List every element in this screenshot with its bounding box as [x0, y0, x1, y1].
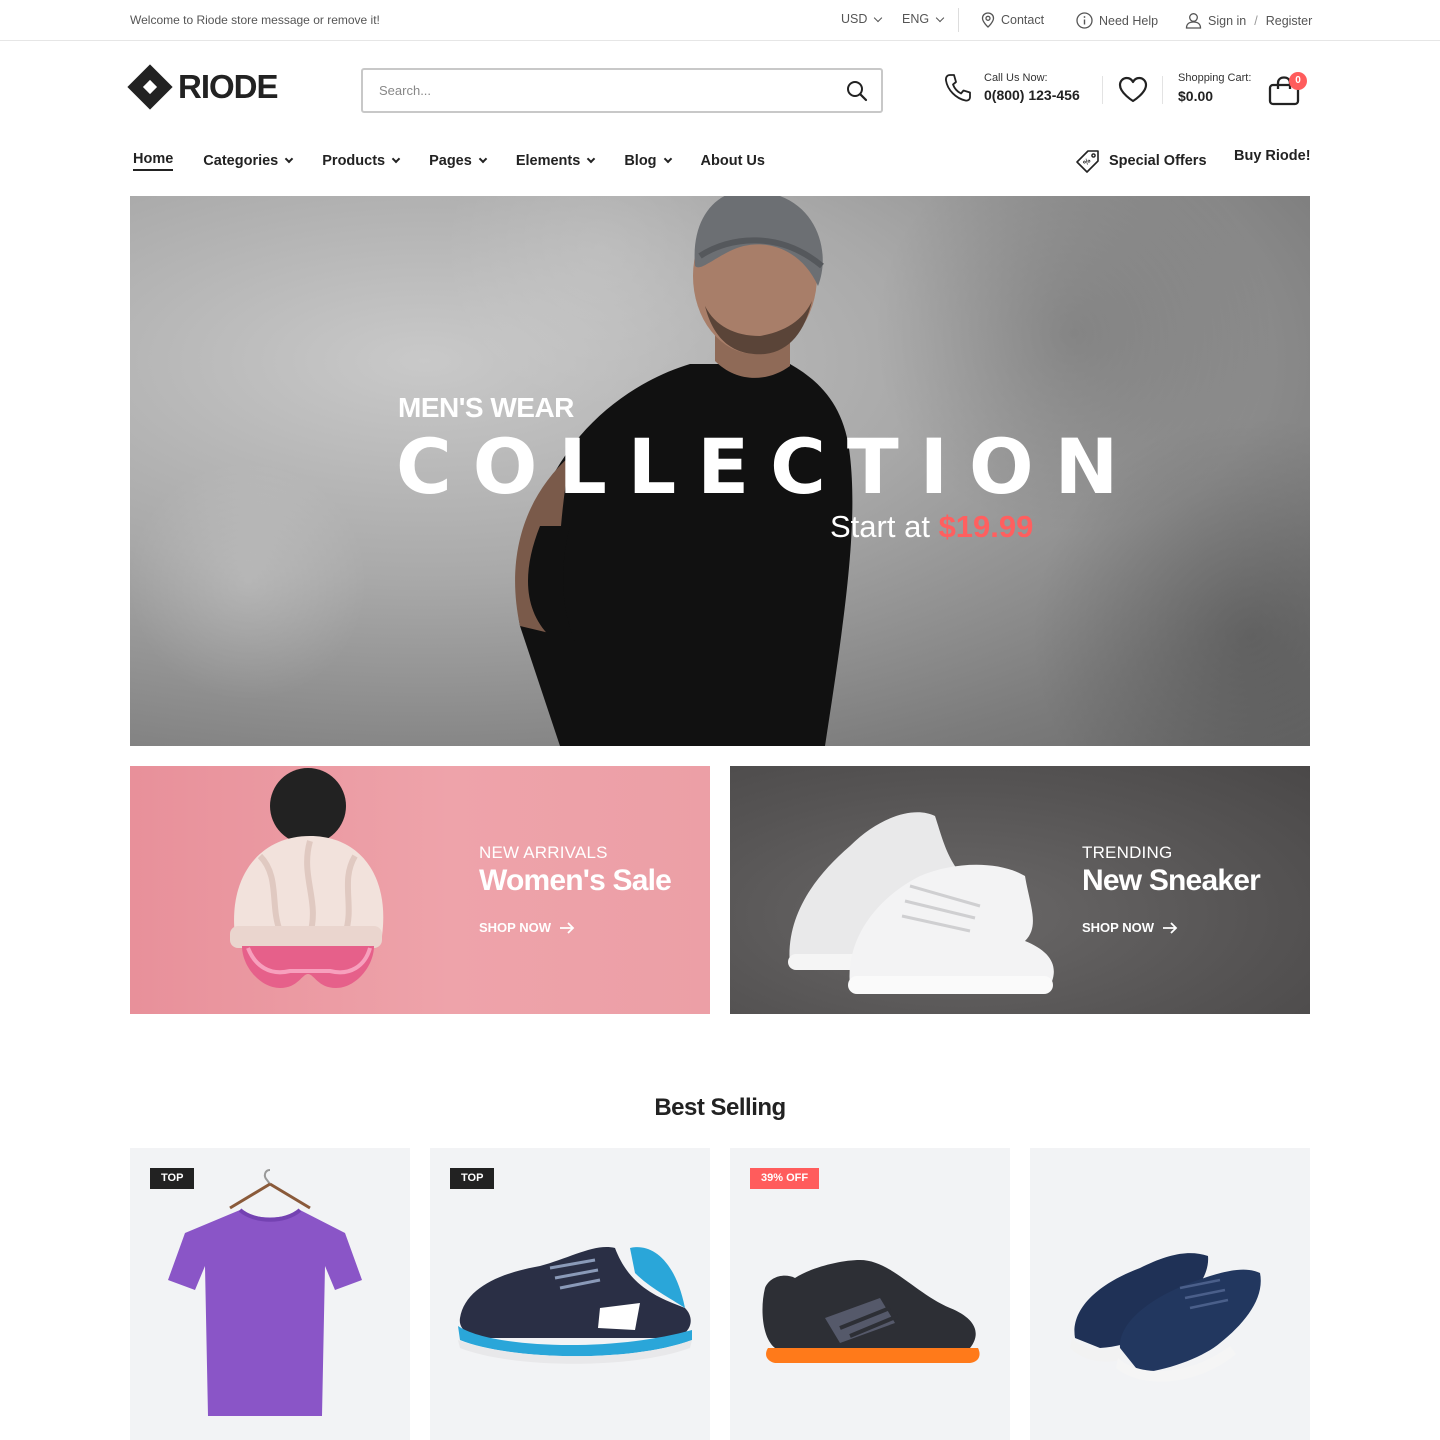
chevron-down-icon	[663, 154, 672, 164]
chevron-down-icon	[391, 154, 401, 164]
special-offers-label: Special Offers	[1109, 153, 1207, 169]
hero-title: COLLECTION	[396, 422, 1140, 511]
nav-item-categories[interactable]: Categories	[203, 153, 294, 169]
account-links: Sign in / Register	[1185, 12, 1312, 29]
nav-label: Blog	[624, 153, 657, 169]
hero-price: $19.99	[938, 509, 1034, 544]
shop-now-label: SHOP NOW	[1082, 920, 1154, 935]
running-shoe-image	[458, 1247, 692, 1364]
site-logo[interactable]: RIODE	[127, 64, 279, 110]
arrow-right-icon	[1163, 921, 1178, 934]
phone-icon	[945, 73, 971, 101]
cart-total: $0.00	[1178, 88, 1214, 104]
nav-item-home[interactable]: Home	[133, 151, 174, 171]
hiking-shoe-image	[762, 1260, 980, 1363]
currency-label: USD	[841, 12, 868, 26]
divider	[958, 8, 959, 32]
hero-subtitle: MEN'S WEAR	[398, 392, 574, 423]
logo-text: RIODE	[178, 68, 279, 105]
contact-label: Contact	[1001, 13, 1045, 27]
nav-item-elements[interactable]: Elements	[515, 153, 596, 169]
need-help-link[interactable]: Need Help	[1076, 12, 1158, 29]
banner-label: TRENDING	[1082, 843, 1173, 862]
buy-riode-label: Buy Riode!	[1234, 148, 1311, 164]
nav-item-products[interactable]: Products	[322, 153, 401, 169]
nav-label: Pages	[429, 153, 472, 169]
logo-mark	[127, 64, 173, 110]
product-card[interactable]: 39% OFF	[730, 1148, 1010, 1440]
banner-title: New Sneaker	[1082, 864, 1261, 897]
call-us[interactable]: Call Us Now: 0(800) 123-456	[944, 72, 1080, 103]
need-help-label: Need Help	[1099, 13, 1159, 28]
search-box	[361, 68, 883, 113]
user-icon	[1185, 13, 1202, 29]
cart-count-badge: 0	[1289, 72, 1307, 90]
register-link[interactable]: Register	[1266, 14, 1313, 28]
hero-price-prefix: Start at	[830, 509, 930, 544]
navy-sneakers-image	[1070, 1253, 1261, 1382]
banner-title: Women's Sale	[479, 864, 672, 897]
promo-banner-new-sneaker[interactable]: TRENDING New Sneaker SHOP NOW	[730, 766, 1310, 1014]
nav-item-blog[interactable]: Blog	[624, 153, 672, 169]
search-icon[interactable]	[845, 79, 869, 103]
language-label: ENG	[902, 12, 930, 26]
product-card[interactable]: TOP	[430, 1148, 710, 1440]
nav-item-about-us[interactable]: About Us	[701, 153, 765, 169]
chevron-down-icon	[874, 13, 883, 22]
hero-price-line: Start at $19.99	[830, 509, 1033, 545]
nav-label: Home	[133, 151, 174, 167]
welcome-message: Welcome to Riode store message or remove…	[130, 13, 380, 27]
call-number: 0(800) 123-456	[984, 87, 1080, 103]
top-bar: Welcome to Riode store message or remove…	[0, 0, 1440, 41]
language-dropdown[interactable]: ENG	[902, 12, 945, 26]
chevron-down-icon	[587, 154, 596, 164]
main-nav: Home Categories Products Pages Elements …	[133, 151, 795, 171]
shop-now-link[interactable]: SHOP NOW	[479, 920, 575, 935]
hero-slider[interactable]: MEN'S WEAR COLLECTION Start at $19.99	[130, 196, 1310, 746]
promo-banner-womens-sale[interactable]: NEW ARRIVALS Women's Sale SHOP NOW	[130, 766, 710, 1014]
info-icon	[1076, 12, 1093, 29]
product-badge: TOP	[150, 1168, 195, 1189]
chevron-down-icon	[285, 154, 294, 164]
call-label: Call Us Now:	[984, 72, 1048, 84]
product-badge: 39% OFF	[750, 1168, 820, 1189]
cart-label: Shopping Cart:	[1178, 72, 1252, 84]
chevron-down-icon	[478, 154, 488, 164]
nav-item-pages[interactable]: Pages	[429, 153, 488, 169]
special-offers-link[interactable]: % Special Offers	[1075, 148, 1207, 174]
nav-label: Products	[322, 153, 386, 169]
contact-link[interactable]: Contact	[981, 12, 1044, 28]
svg-text:%: %	[1082, 157, 1093, 168]
nav-label: Elements	[515, 153, 581, 169]
separator: /	[1254, 13, 1258, 28]
nav-label: About Us	[700, 153, 765, 169]
map-pin-icon	[981, 12, 995, 28]
product-card[interactable]: TOP	[130, 1148, 410, 1440]
shop-now-label: SHOP NOW	[479, 920, 551, 935]
purple-tshirt-image	[168, 1169, 362, 1416]
sale-tag-icon: %	[1076, 150, 1099, 173]
wishlist-heart-icon[interactable]	[1118, 76, 1148, 104]
currency-dropdown[interactable]: USD	[841, 12, 883, 26]
divider	[1162, 76, 1163, 104]
product-card[interactable]	[1030, 1148, 1310, 1440]
shopping-cart[interactable]: Shopping Cart: $0.00	[1178, 72, 1251, 104]
search-input[interactable]	[363, 70, 823, 111]
arrow-right-icon	[560, 921, 575, 934]
nav-label: Categories	[203, 153, 279, 169]
banner-label: NEW ARRIVALS	[479, 843, 608, 862]
buy-riode-link[interactable]: Buy Riode!	[1234, 148, 1311, 164]
section-title-best-selling: Best Selling	[654, 1094, 786, 1121]
sign-in-link[interactable]: Sign in	[1208, 14, 1246, 28]
shop-now-link[interactable]: SHOP NOW	[1082, 920, 1178, 935]
product-badge: TOP	[450, 1168, 495, 1189]
divider	[1102, 76, 1103, 104]
chevron-down-icon	[935, 13, 945, 22]
